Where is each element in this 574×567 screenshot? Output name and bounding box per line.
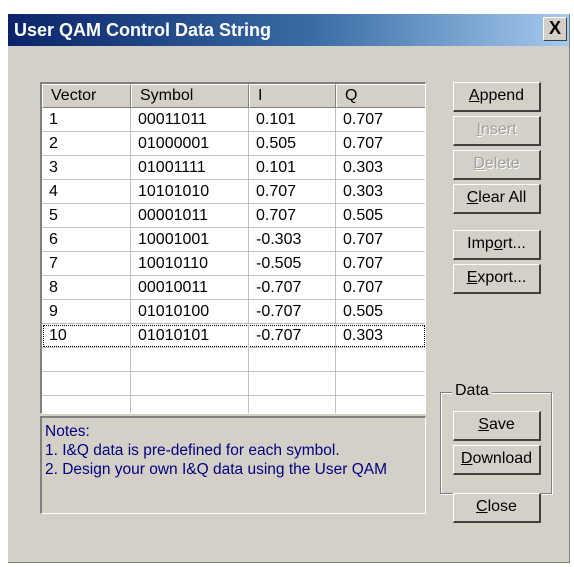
table-row[interactable]: 4 10101010 0.707 0.303 <box>42 180 425 204</box>
cell-i[interactable]: 0.707 <box>249 180 336 204</box>
cell-i[interactable]: -0.707 <box>249 276 336 300</box>
cell-symbol[interactable]: 10010110 <box>131 252 249 276</box>
notes-title: Notes: <box>45 423 90 440</box>
cell-i[interactable]: 0.101 <box>249 156 336 180</box>
grid-header: Vector Symbol I Q <box>42 84 425 108</box>
window-title: User QAM Control Data String <box>14 20 272 40</box>
empty-table-row[interactable] <box>42 396 425 413</box>
close-button[interactable]: Close <box>453 493 541 523</box>
notes-line-2: 2. Design your own I&Q data using the Us… <box>45 461 388 478</box>
cell-i[interactable] <box>249 372 336 396</box>
cell-vector[interactable]: 4 <box>42 180 131 204</box>
cell-q[interactable]: 0.707 <box>336 276 425 300</box>
table-row[interactable]: 8 00010011 -0.707 0.707 <box>42 276 425 300</box>
cell-q[interactable] <box>336 372 425 396</box>
cell-symbol[interactable]: 00011011 <box>131 108 249 132</box>
cell-symbol[interactable]: 00010011 <box>131 276 249 300</box>
cell-symbol[interactable] <box>131 396 249 413</box>
cell-vector[interactable]: 2 <box>42 132 131 156</box>
cell-q[interactable]: 0.707 <box>336 252 425 276</box>
cell-vector[interactable]: 3 <box>42 156 131 180</box>
cell-vector[interactable]: 5 <box>42 204 131 228</box>
cell-vector[interactable] <box>42 372 131 396</box>
cell-i[interactable]: -0.707 <box>249 324 336 348</box>
cell-i[interactable]: 0.101 <box>249 108 336 132</box>
cell-q[interactable]: 0.303 <box>336 156 425 180</box>
cell-vector[interactable]: 10 <box>42 324 131 348</box>
cell-q[interactable]: 0.707 <box>336 132 425 156</box>
cell-symbol[interactable]: 01000001 <box>131 132 249 156</box>
cell-symbol[interactable]: 01010101 <box>131 324 249 348</box>
cell-q[interactable]: 0.505 <box>336 300 425 324</box>
cell-q[interactable]: 0.707 <box>336 228 425 252</box>
column-header-q[interactable]: Q <box>336 84 425 108</box>
column-header-vector[interactable]: Vector <box>42 84 131 108</box>
table-row[interactable]: 5 00001011 0.707 0.505 <box>42 204 425 228</box>
cell-q[interactable] <box>336 396 425 413</box>
cell-vector[interactable]: 8 <box>42 276 131 300</box>
close-window-icon[interactable]: X <box>543 17 567 41</box>
cell-q[interactable]: 0.303 <box>336 180 425 204</box>
table-row[interactable]: 2 01000001 0.505 0.707 <box>42 132 425 156</box>
insert-button[interactable]: Insert <box>453 116 541 146</box>
cell-q[interactable] <box>336 348 425 372</box>
cell-i[interactable]: 0.505 <box>249 132 336 156</box>
table-row[interactable]: 7 10010110 -0.505 0.707 <box>42 252 425 276</box>
title-bar[interactable]: User QAM Control Data String X <box>8 14 569 46</box>
delete-button[interactable]: Delete <box>453 150 541 180</box>
table-row[interactable]: 9 01010100 -0.707 0.505 <box>42 300 425 324</box>
cell-symbol[interactable]: 10001001 <box>131 228 249 252</box>
append-button[interactable]: Append <box>453 82 541 112</box>
qam-data-grid[interactable]: Vector Symbol I Q 1 00011011 0.101 0.707 2 01… <box>40 82 426 414</box>
notes-line-1: 1. I&Q data is pre-defined for each symb… <box>45 442 340 459</box>
cell-vector[interactable]: 7 <box>42 252 131 276</box>
cell-vector[interactable]: 9 <box>42 300 131 324</box>
data-group-label: Data <box>452 382 492 400</box>
import-button[interactable]: Import... <box>453 230 541 260</box>
cell-symbol[interactable] <box>131 348 249 372</box>
empty-table-row[interactable] <box>42 372 425 396</box>
table-row[interactable]: 1 00011011 0.101 0.707 <box>42 108 425 132</box>
data-group-box <box>440 392 552 494</box>
cell-symbol[interactable] <box>131 372 249 396</box>
cell-q[interactable]: 0.707 <box>336 108 425 132</box>
table-row[interactable]: 10 01010101 -0.707 0.303 <box>42 324 425 348</box>
cell-i[interactable] <box>249 348 336 372</box>
cell-i[interactable]: -0.505 <box>249 252 336 276</box>
cell-vector[interactable] <box>42 396 131 413</box>
cell-symbol[interactable]: 10101010 <box>131 180 249 204</box>
column-header-i[interactable]: I <box>249 84 336 108</box>
cell-i[interactable]: -0.303 <box>249 228 336 252</box>
save-button[interactable]: Save <box>453 411 541 441</box>
download-button[interactable]: Download <box>453 445 541 475</box>
clear-all-button[interactable]: Clear All <box>453 184 541 214</box>
export-button[interactable]: Export... <box>453 264 541 294</box>
cell-i[interactable]: 0.707 <box>249 204 336 228</box>
table-row[interactable]: 6 10001001 -0.303 0.707 <box>42 228 425 252</box>
table-row[interactable]: 3 01001111 0.101 0.303 <box>42 156 425 180</box>
cell-q[interactable]: 0.505 <box>336 204 425 228</box>
cell-symbol[interactable]: 00001011 <box>131 204 249 228</box>
notes-panel: Notes: 1. I&Q data is pre-defined for ea… <box>40 416 426 514</box>
cell-q[interactable]: 0.303 <box>336 324 425 348</box>
cell-vector[interactable]: 6 <box>42 228 131 252</box>
cell-vector[interactable] <box>42 348 131 372</box>
cell-i[interactable] <box>249 396 336 413</box>
cell-symbol[interactable]: 01001111 <box>131 156 249 180</box>
cell-symbol[interactable]: 01010100 <box>131 300 249 324</box>
qam-dialog: User QAM Control Data String X Vector Sy… <box>8 14 570 563</box>
cell-i[interactable]: -0.707 <box>249 300 336 324</box>
cell-vector[interactable]: 1 <box>42 108 131 132</box>
empty-table-row[interactable] <box>42 348 425 372</box>
column-header-symbol[interactable]: Symbol <box>131 84 249 108</box>
